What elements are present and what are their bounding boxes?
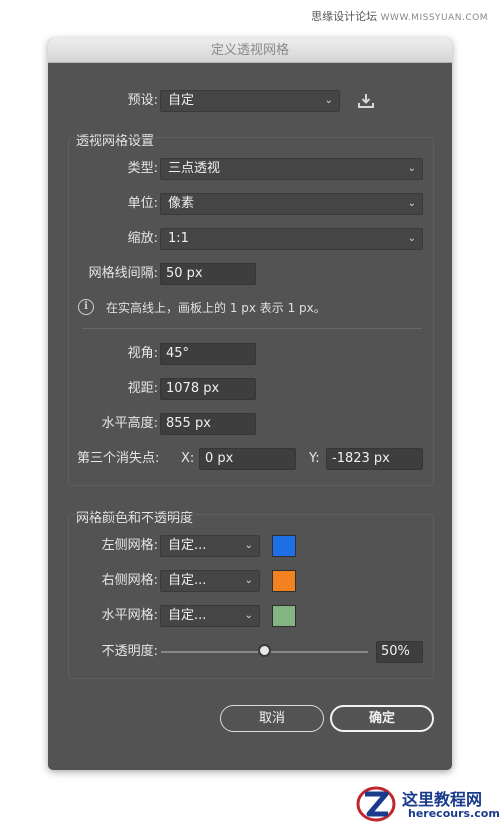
chevron-down-icon: ⌄ — [407, 163, 416, 174]
view-distance-input[interactable]: 1078 px — [160, 378, 256, 400]
opacity-slider-thumb[interactable] — [257, 644, 271, 657]
opacity-label: 不透明度: — [101, 644, 158, 659]
right-grid-color-swatch[interactable] — [272, 570, 296, 592]
chevron-down-icon: ⌄ — [244, 575, 253, 586]
type-label: 类型: — [127, 161, 158, 176]
chevron-down-icon: ⌄ — [407, 233, 416, 244]
watermark-logo-icon — [356, 786, 396, 822]
horizontal-grid-color-swatch[interactable] — [272, 605, 296, 627]
preset-label: 预设: — [127, 93, 158, 108]
cancel-button[interactable]: 取消 — [220, 705, 324, 732]
unit-select[interactable]: 像素 ⌄ — [160, 193, 423, 215]
watermark-top-text: 思缘设计论坛 — [311, 10, 378, 23]
chevron-down-icon: ⌄ — [244, 540, 253, 551]
watermark-top-site: WWW.MISSYUAN.COM — [380, 13, 488, 23]
third-vp-y-input[interactable]: -1823 px — [326, 448, 423, 470]
view-angle-input[interactable]: 45° — [160, 343, 256, 365]
view-angle-label: 视角: — [127, 346, 158, 361]
third-vp-x-input[interactable]: 0 px — [199, 448, 296, 470]
horizontal-grid-label: 水平网格: — [101, 608, 158, 623]
define-perspective-grid-dialog: 定义透视网格 预设: 自定 ⌄ 透视网格设置 类型: 三点透视 ⌄ 单位: 像素… — [48, 38, 452, 770]
info-text: 在实高线上，画板上的 1 px 表示 1 px。 — [106, 301, 326, 315]
unit-value: 像素 — [168, 196, 195, 211]
watermark-top: 思缘设计论坛 WWW.MISSYUAN.COM — [311, 8, 488, 24]
third-vp-label: 第三个消失点: — [77, 451, 160, 466]
preset-value: 自定 — [168, 93, 195, 108]
divider — [82, 328, 422, 329]
horizon-height-input[interactable]: 855 px — [160, 413, 256, 435]
watermark-bottom: 这里教程网 herecours.com — [352, 782, 500, 826]
preset-select[interactable]: 自定 ⌄ — [160, 90, 340, 112]
opacity-input[interactable]: 50% — [376, 641, 423, 663]
ok-button[interactable]: 确定 — [330, 705, 434, 732]
right-grid-select[interactable]: 自定... ⌄ — [160, 570, 260, 592]
horizontal-grid-select[interactable]: 自定... ⌄ — [160, 605, 260, 627]
watermark-bottom-en: herecours.com — [408, 807, 500, 820]
left-grid-value: 自定... — [168, 538, 207, 553]
third-vp-y-label: Y: — [309, 451, 320, 466]
info-icon: i — [78, 299, 94, 315]
scale-label: 缩放: — [127, 231, 158, 246]
type-select[interactable]: 三点透视 ⌄ — [160, 158, 423, 180]
third-vp-x-label: X: — [181, 451, 195, 466]
page: 思缘设计论坛 WWW.MISSYUAN.COM 定义透视网格 预设: 自定 ⌄ … — [0, 0, 500, 826]
left-grid-select[interactable]: 自定... ⌄ — [160, 535, 260, 557]
chevron-down-icon: ⌄ — [407, 198, 416, 209]
scale-value: 1:1 — [168, 231, 189, 246]
unit-label: 单位: — [127, 196, 158, 211]
left-grid-label: 左侧网格: — [101, 538, 158, 553]
dialog-title: 定义透视网格 — [48, 38, 452, 63]
right-grid-value: 自定... — [168, 573, 207, 588]
scale-select[interactable]: 1:1 ⌄ — [160, 228, 423, 250]
save-preset-icon[interactable] — [357, 92, 375, 110]
type-value: 三点透视 — [168, 161, 221, 176]
horizon-height-label: 水平高度: — [101, 416, 158, 431]
gridline-label: 网格线间隔: — [88, 266, 158, 281]
chevron-down-icon: ⌄ — [244, 610, 253, 621]
view-distance-label: 视距: — [127, 381, 158, 396]
horizontal-grid-value: 自定... — [168, 608, 207, 623]
gridline-input[interactable]: 50 px — [160, 263, 256, 285]
left-grid-color-swatch[interactable] — [272, 535, 296, 557]
right-grid-label: 右侧网格: — [101, 573, 158, 588]
chevron-down-icon: ⌄ — [324, 95, 333, 106]
